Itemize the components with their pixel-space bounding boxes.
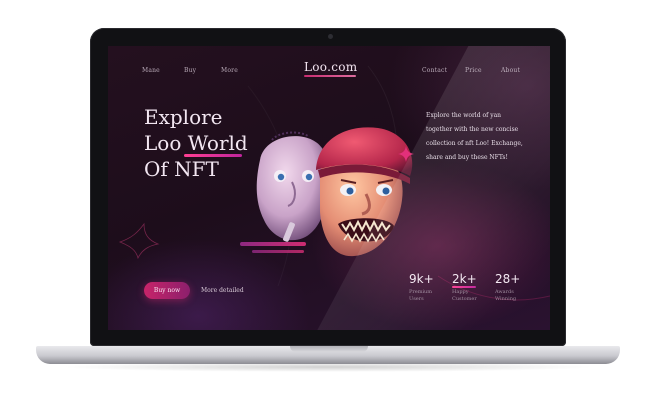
stat-value-happy-customer: 2k+ <box>452 272 477 286</box>
description-highlight-1: together with <box>426 126 468 133</box>
stat-accent <box>452 286 476 288</box>
sparkle-icon <box>398 146 414 162</box>
description-line-4: share and buy these NFTs! <box>426 154 508 161</box>
nft-characters-illustration <box>240 127 413 257</box>
hero-title-line-2: Loo World <box>144 131 248 155</box>
camera-dot <box>328 34 333 39</box>
nav-link-mane[interactable]: Mane <box>142 67 160 74</box>
nav-link-buy[interactable]: Buy <box>184 67 196 74</box>
stat-value-awards-winning: 28+ <box>495 272 521 286</box>
stat-label-happy: Happy <box>452 289 469 295</box>
description-line-4-start: share <box>426 154 445 161</box>
description-line-3: collection of nft Loo! Exchange, <box>426 140 523 147</box>
hero-title-line-1: Explore <box>144 105 223 129</box>
laptop-base-notch <box>290 346 368 352</box>
nav-link-contact[interactable]: Contact <box>422 67 447 74</box>
description-line-2-rest: the new concise <box>467 126 519 133</box>
stat-label-users: Users <box>409 296 424 302</box>
stat-label-winning: Winning <box>495 296 517 302</box>
screen: Mane Buy More Loo.com Contact Price Abou… <box>108 46 550 330</box>
description-line-1: Explore the world of yan <box>426 112 502 119</box>
thorn-decoration-icon <box>118 222 160 260</box>
more-detailed-link[interactable]: More detailed <box>201 287 244 294</box>
nav-link-more[interactable]: More <box>221 67 238 74</box>
stat-value-premium-users: 9k+ <box>409 272 434 286</box>
hero-title-line-3: Of NFT <box>144 157 219 181</box>
description-highlight-2: and buy these NFTs! <box>444 154 508 161</box>
nav-link-about[interactable]: About <box>501 67 520 74</box>
logo-underline <box>304 75 356 77</box>
site-logo[interactable]: Loo.com <box>304 60 357 74</box>
description-line-2: together with the new concise <box>426 126 518 133</box>
stat-label-premium: Premium <box>409 289 433 295</box>
stat-label-awards: Awards <box>495 289 514 295</box>
stat-label-customer: Customer <box>452 296 477 302</box>
nav-link-price[interactable]: Price <box>465 67 482 74</box>
buy-now-button[interactable]: Buy now <box>144 282 190 299</box>
